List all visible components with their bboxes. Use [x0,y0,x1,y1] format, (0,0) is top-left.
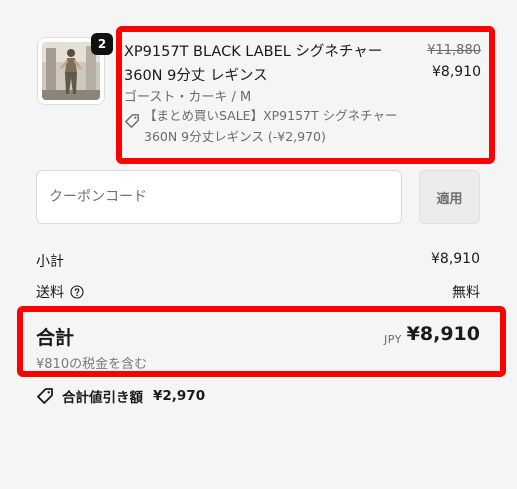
apply-coupon-button[interactable]: 適用 [419,170,480,224]
tax-note: ¥810の税金を含む [36,357,148,370]
total-label: 合計 [36,327,75,349]
savings-value: ¥2,970 [153,388,206,404]
tag-icon [37,388,53,404]
total-value: ¥8,910 [406,323,480,345]
product-title: XP9157T BLACK LABEL シグネチャー360N 9分丈 レギンス [124,44,383,84]
original-price: ¥11,880 [427,43,481,58]
savings-label: 合計値引き額 [62,390,143,406]
total-savings-row: 合計値引き額 ¥2,970 [36,386,205,406]
shipping-value: 無料 [452,285,480,301]
help-icon[interactable] [70,285,84,299]
shipping-label-row: 送料 [36,282,84,302]
current-price: ¥8,910 [432,64,481,80]
quantity-badge: 2 [91,33,113,55]
discount-label: 【まとめ買いSALE】XP9157T シグネチャー360N 9分丈レギンス (-… [144,108,398,144]
discount-row: 【まとめ買いSALE】XP9157T シグネチャー360N 9分丈レギンス (-… [124,105,414,147]
subtotal-label: 小計 [36,254,64,270]
total-currency: JPY [384,333,402,346]
tag-icon [125,114,139,128]
subtotal-value: ¥8,910 [431,251,480,267]
product-variant: ゴースト・カーキ / M [124,90,252,105]
shipping-label: 送料 [36,285,64,301]
coupon-code-input[interactable] [36,170,402,224]
